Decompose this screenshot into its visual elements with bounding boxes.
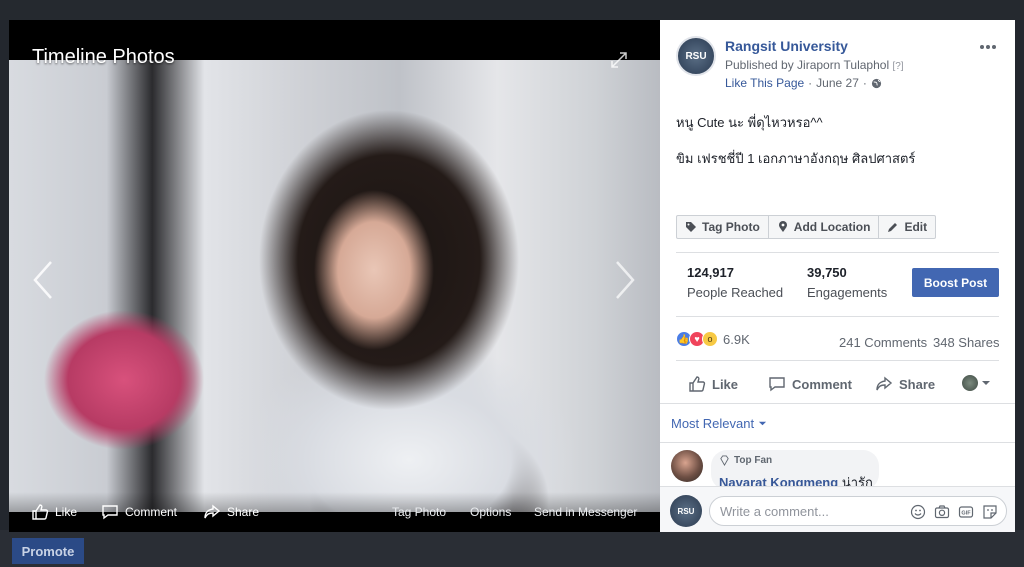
photo-viewer: Timeline Photos Like Comment Share Tag P bbox=[9, 20, 660, 532]
composer-icons: GIF bbox=[910, 504, 998, 520]
next-photo-icon[interactable] bbox=[613, 258, 637, 302]
meta-separator-2: · bbox=[862, 76, 867, 90]
comment-bubble: Top Fan Navarat Kongmeng น่ารัก bbox=[711, 450, 879, 490]
tag-photo-link[interactable]: Tag Photo bbox=[392, 505, 446, 519]
promote-button: Promote bbox=[12, 538, 84, 564]
thumbs-up-icon bbox=[689, 376, 706, 392]
post-caption-line-2: ขิม เฟรชชี่ปี 1 เอกภาษาอังกฤษ ศิลปศาสตร์ bbox=[676, 151, 916, 166]
post-panel: RSU Rangsit University Published by Jira… bbox=[660, 20, 1015, 532]
camera-icon[interactable] bbox=[934, 504, 950, 520]
photo-edit-buttons: Tag Photo Add Location Edit bbox=[676, 215, 937, 239]
comment-placeholder: Write a comment... bbox=[720, 503, 829, 519]
options-link[interactable]: Options bbox=[470, 505, 511, 519]
edit-label: Edit bbox=[904, 220, 928, 234]
boost-post-button[interactable]: Boost Post bbox=[912, 268, 999, 297]
send-in-messenger-link[interactable]: Send in Messenger bbox=[534, 505, 637, 519]
like-page-link[interactable]: Like This Page bbox=[725, 76, 804, 90]
post-caption-line-1: หนู Cute นะ พี่ดุไหวหรอ^^ bbox=[676, 115, 823, 130]
audience-avatar bbox=[962, 375, 978, 391]
share-label: Share bbox=[899, 376, 936, 392]
sticker-icon[interactable] bbox=[982, 504, 998, 520]
globe-icon bbox=[871, 78, 881, 88]
meta-separator: · bbox=[808, 76, 813, 90]
add-location-label: Add Location bbox=[793, 220, 871, 234]
caret-down-icon bbox=[758, 421, 767, 426]
divider-top bbox=[676, 252, 999, 253]
like-label: Like bbox=[712, 376, 739, 392]
comments-count[interactable]: 241 Comments bbox=[839, 335, 927, 350]
top-fan-label: Top Fan bbox=[734, 455, 773, 466]
viewer-share-label: Share bbox=[227, 505, 260, 519]
location-pin-icon bbox=[778, 221, 787, 232]
svg-text:GIF: GIF bbox=[961, 511, 971, 517]
comment-label: Comment bbox=[792, 376, 852, 392]
divider-reactions bbox=[676, 360, 999, 361]
published-by-text: Published by Jiraporn Tulaphol bbox=[725, 58, 890, 72]
thumbs-up-icon bbox=[32, 504, 49, 520]
viewer-action-bar: Like Comment Share Tag Photo Options Sen… bbox=[9, 492, 660, 532]
background-strip bbox=[0, 530, 1024, 567]
comment-sort-dropdown[interactable]: Most Relevant bbox=[671, 416, 767, 431]
wow-reaction-icon: o bbox=[702, 331, 718, 347]
like-button[interactable]: Like bbox=[688, 375, 738, 393]
tag-photo-button[interactable]: Tag Photo bbox=[677, 216, 769, 238]
tag-icon bbox=[686, 222, 696, 232]
viewer-share-button[interactable]: Share bbox=[203, 503, 259, 521]
composer-avatar: RSU bbox=[670, 495, 702, 527]
comment-icon bbox=[769, 377, 785, 392]
commenter-avatar[interactable] bbox=[671, 450, 703, 482]
pencil-icon bbox=[888, 223, 898, 232]
chevron-down-icon bbox=[982, 381, 990, 385]
previous-photo-icon[interactable] bbox=[31, 258, 55, 302]
background-top-bar bbox=[0, 0, 1024, 20]
divider-stats bbox=[676, 316, 999, 317]
comment-icon bbox=[102, 505, 118, 520]
published-help-link[interactable]: [?] bbox=[892, 61, 903, 72]
post-photo[interactable] bbox=[9, 60, 660, 512]
post-date[interactable]: June 27 bbox=[816, 76, 859, 90]
top-fan-badge: Top Fan bbox=[719, 455, 772, 466]
people-reached-value: 124,917 bbox=[687, 265, 734, 280]
comment-composer: RSU Write a comment... GIF bbox=[660, 486, 1015, 532]
share-icon bbox=[876, 376, 893, 391]
viewer-title: Timeline Photos bbox=[32, 46, 175, 68]
share-button[interactable]: Share bbox=[875, 375, 935, 393]
more-options-icon[interactable] bbox=[978, 42, 998, 52]
divider-sort bbox=[660, 442, 1015, 443]
tag-photo-label: Tag Photo bbox=[702, 220, 760, 234]
expand-icon[interactable] bbox=[609, 50, 629, 70]
audience-selector[interactable] bbox=[962, 375, 991, 391]
shares-count[interactable]: 348 Shares bbox=[933, 335, 1000, 350]
sort-label: Most Relevant bbox=[671, 416, 755, 431]
published-by: Published by Jiraporn Tulaphol [?] bbox=[725, 58, 904, 72]
engagements-value: 39,750 bbox=[807, 265, 847, 280]
emoji-icon[interactable] bbox=[910, 504, 926, 520]
comment-button[interactable]: Comment bbox=[768, 375, 852, 393]
diamond-icon bbox=[720, 455, 729, 466]
page-avatar[interactable]: RSU bbox=[676, 36, 716, 76]
edit-button[interactable]: Edit bbox=[879, 216, 935, 238]
people-reached-label: People Reached bbox=[687, 285, 784, 300]
reactions-count: 6.9K bbox=[723, 331, 750, 347]
page-name[interactable]: Rangsit University bbox=[725, 38, 848, 54]
post-meta: Like This Page · June 27 · bbox=[725, 76, 882, 90]
viewer-like-button[interactable]: Like bbox=[31, 503, 77, 521]
gif-icon[interactable]: GIF bbox=[958, 504, 974, 520]
reactions-summary[interactable]: 👍 ♥ o 6.9K bbox=[676, 331, 750, 347]
viewer-comment-label: Comment bbox=[125, 505, 178, 519]
engagements-label: Engagements bbox=[807, 285, 888, 300]
share-icon bbox=[204, 504, 221, 519]
viewer-comment-button[interactable]: Comment bbox=[101, 503, 177, 521]
add-location-button[interactable]: Add Location bbox=[769, 216, 880, 238]
comment-input[interactable]: Write a comment... GIF bbox=[709, 496, 1007, 526]
divider-actions bbox=[660, 403, 1015, 404]
viewer-like-label: Like bbox=[55, 505, 78, 519]
